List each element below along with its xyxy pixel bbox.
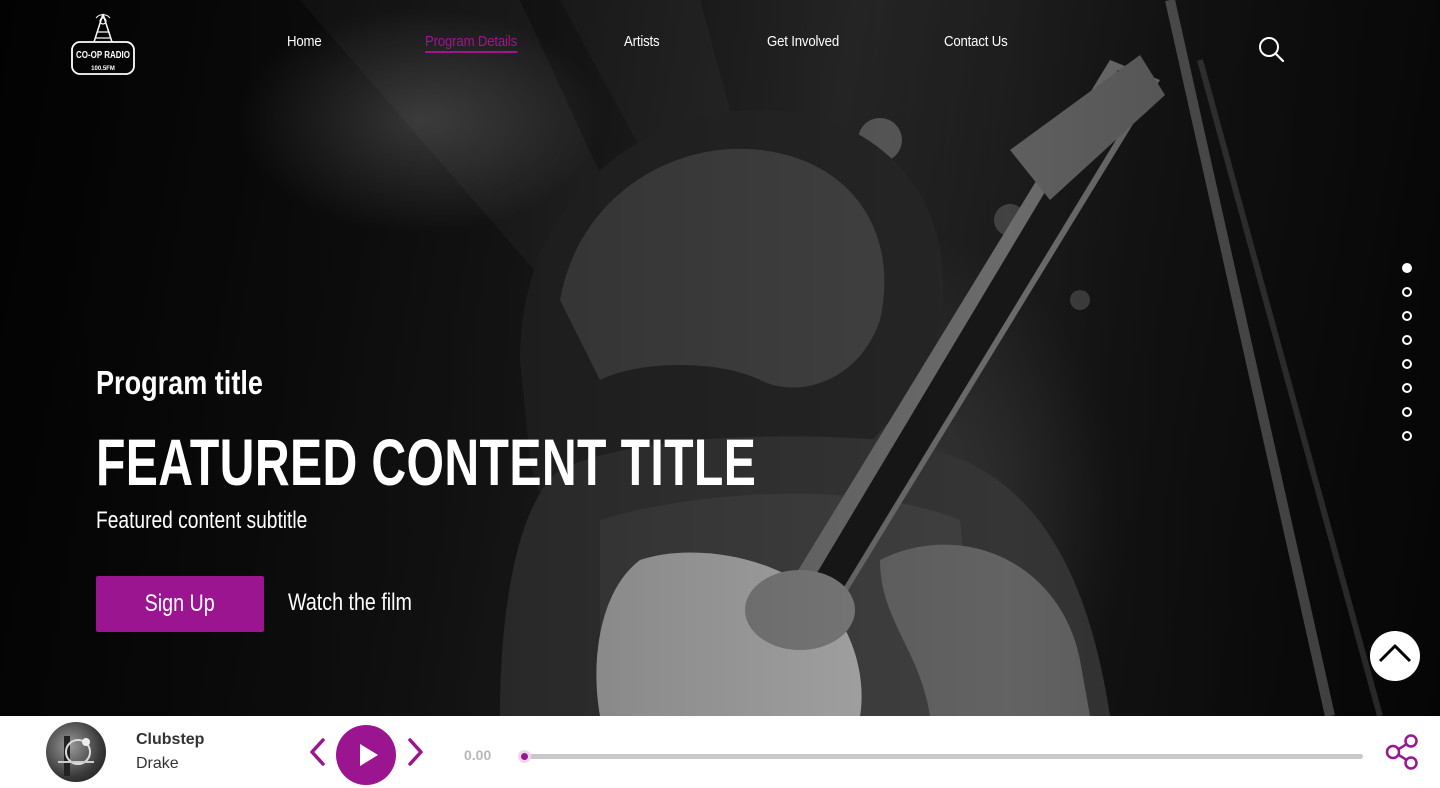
program-title: Program title — [96, 364, 263, 401]
audio-player: Clubstep Drake 0.00 — [0, 716, 1440, 788]
progress-bar[interactable] — [518, 750, 1363, 763]
co-op-radio-logo[interactable]: CO-OP RADIO 100.5FM — [70, 12, 136, 76]
slide-dot-5[interactable] — [1402, 359, 1412, 369]
slide-dot-3[interactable] — [1402, 311, 1412, 321]
nav-item-program-details[interactable]: Program Details — [425, 33, 517, 53]
play-button[interactable] — [336, 725, 396, 785]
elapsed-time: 0.00 — [464, 747, 492, 763]
search-icon[interactable] — [1257, 35, 1285, 63]
nav-item-contact-us[interactable]: Contact Us — [944, 33, 1008, 50]
chevron-up-icon — [1378, 644, 1412, 663]
scroll-to-top-button[interactable] — [1370, 631, 1420, 681]
nav-item-artists[interactable]: Artists — [624, 33, 660, 50]
progress-knob[interactable] — [518, 750, 531, 763]
play-icon — [360, 744, 378, 766]
slide-dot-6[interactable] — [1402, 383, 1412, 393]
nav-item-home[interactable]: Home — [287, 33, 322, 50]
svg-text:CO-OP RADIO: CO-OP RADIO — [76, 50, 130, 61]
featured-content-title: FEATURED CONTENT TITLE — [96, 425, 757, 499]
chevron-left-icon — [310, 738, 325, 766]
sign-up-button[interactable]: Sign Up — [96, 576, 264, 632]
previous-track-button[interactable] — [306, 736, 330, 768]
next-track-button[interactable] — [403, 736, 427, 768]
slide-dot-7[interactable] — [1402, 407, 1412, 417]
track-title: Clubstep — [136, 731, 205, 748]
share-icon — [1385, 734, 1418, 770]
slide-dot-1[interactable] — [1402, 263, 1412, 273]
chevron-right-icon — [408, 738, 423, 766]
slide-dot-4[interactable] — [1402, 335, 1412, 345]
slide-dot-2[interactable] — [1402, 287, 1412, 297]
share-button[interactable] — [1384, 734, 1420, 770]
track-artist: Drake — [136, 755, 179, 772]
slide-dot-8[interactable] — [1402, 431, 1412, 441]
nav-item-get-involved[interactable]: Get Involved — [767, 33, 839, 50]
watch-film-link[interactable]: Watch the film — [288, 589, 412, 617]
album-art — [46, 722, 106, 782]
svg-text:100.5FM: 100.5FM — [91, 66, 115, 72]
featured-content-subtitle: Featured content subtitle — [96, 507, 308, 534]
sign-up-label: Sign Up — [144, 590, 216, 617]
